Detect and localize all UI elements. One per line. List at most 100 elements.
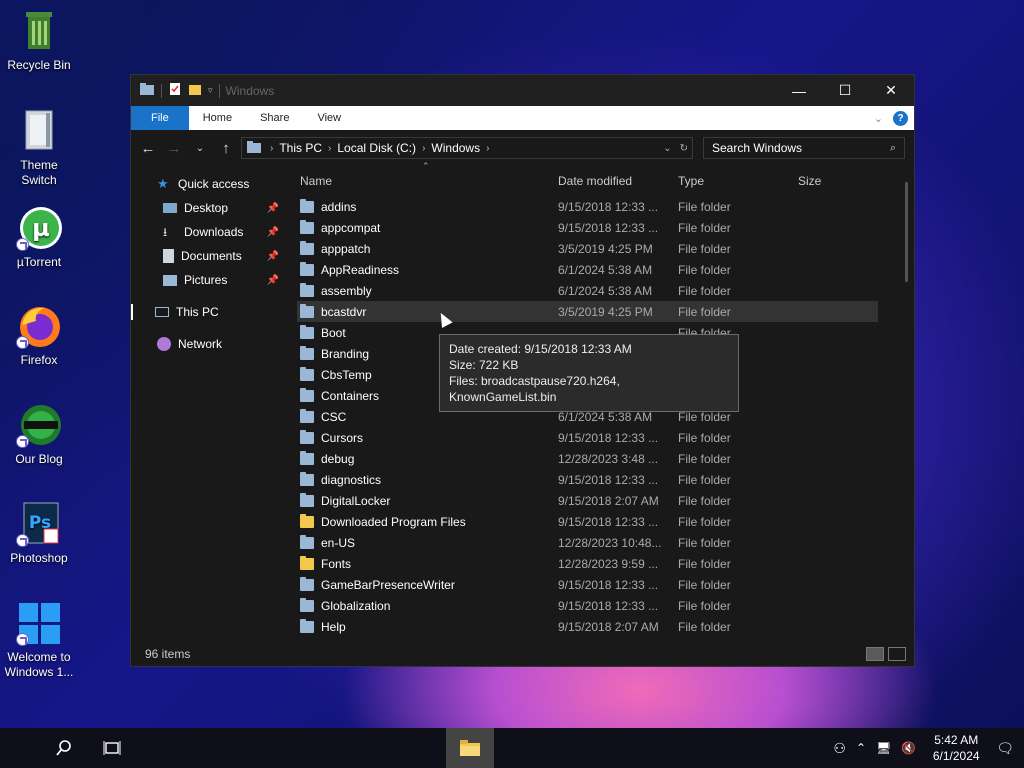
nav-documents[interactable]: Documents 📌 — [131, 244, 293, 268]
desktop-icon-label: Welcome to Windows 1... — [4, 650, 74, 679]
row-name-text: DigitalLocker — [321, 493, 391, 508]
close-button[interactable]: ✕ — [868, 75, 914, 106]
row-name-text: Cursors — [321, 430, 364, 445]
column-size[interactable]: Size — [798, 174, 878, 188]
expand-ribbon-icon[interactable]: ⌄ — [874, 112, 883, 125]
nav-label: Quick access — [178, 177, 250, 191]
photoshop-icon: Ps — [16, 501, 62, 547]
row-name-text: AppReadiness — [321, 262, 400, 277]
nav-pictures[interactable]: Pictures 📌 — [131, 268, 293, 292]
task-view-button[interactable] — [88, 728, 136, 768]
table-row[interactable]: diagnostics 9/15/2018 12:33 ... File folde… — [297, 469, 914, 490]
folder-icon — [300, 576, 314, 591]
help-icon[interactable]: ? — [893, 110, 908, 126]
clock[interactable]: 5:42 AM 6/1/2024 — [926, 732, 986, 764]
breadcrumb-local-disk[interactable]: Local Disk (C:) — [337, 141, 416, 155]
pin-icon: 📌 — [266, 274, 279, 286]
row-type: File folder — [678, 514, 731, 529]
up-button[interactable]: ↑ — [215, 140, 237, 157]
new-folder-icon[interactable] — [188, 82, 202, 99]
nav-downloads[interactable]: ⭳ Downloads 📌 — [131, 220, 293, 244]
desktop-icon-photoshop[interactable]: Ps Photoshop — [4, 501, 74, 566]
nav-this-pc[interactable]: This PC — [131, 300, 293, 324]
row-name-text: apppatch — [321, 241, 371, 256]
breadcrumb-windows[interactable]: Windows — [431, 141, 480, 155]
large-icons-view-button[interactable] — [888, 647, 906, 661]
tab-share[interactable]: Share — [246, 106, 303, 130]
table-row[interactable]: AppReadiness 6/1/2024 5:38 AM File folder — [297, 259, 914, 280]
tab-home[interactable]: Home — [189, 106, 246, 130]
table-row[interactable]: en-US 12/28/2023 10:48... File folder — [297, 532, 914, 553]
maximize-button[interactable]: ☐ — [822, 75, 868, 106]
search-input[interactable] — [712, 141, 890, 155]
table-row[interactable]: Cursors 9/15/2018 12:33 ... File folder — [297, 427, 914, 448]
search-icon[interactable]: ⌕ — [890, 142, 896, 155]
table-row[interactable]: assembly 6/1/2024 5:38 AM File folder — [297, 280, 914, 301]
start-button[interactable] — [0, 728, 40, 768]
search-button[interactable] — [40, 728, 88, 768]
table-row[interactable]: Fonts 12/28/2023 9:59 ... File folder — [297, 553, 914, 574]
table-row[interactable]: Help 9/15/2018 2:07 AM File folder — [297, 616, 914, 637]
row-date: 9/15/2018 12:33 ... — [558, 598, 659, 613]
table-row[interactable]: bcastdvr 3/5/2019 4:25 PM File folder — [297, 301, 878, 322]
forward-button[interactable]: → — [163, 140, 185, 157]
address-dropdown-icon[interactable]: ⌄ — [663, 143, 671, 154]
column-headers: ⌃ Name Date modified Type Size — [297, 161, 914, 190]
desktop-icon-utorrent[interactable]: µ µTorrent — [4, 205, 74, 270]
minimize-button[interactable]: — — [776, 75, 822, 106]
row-name-text: bcastdvr — [321, 304, 367, 319]
shortcut-arrow-icon — [16, 238, 29, 251]
desktop-icon-our-blog[interactable]: Our Blog — [4, 402, 74, 467]
column-date-modified[interactable]: Date modified — [558, 174, 678, 188]
row-name-text: debug — [321, 451, 355, 466]
star-icon: ★ — [157, 176, 169, 191]
table-row[interactable]: Globalization 9/15/2018 12:33 ... File fol… — [297, 595, 914, 616]
search-box[interactable]: ⌕ — [703, 137, 905, 159]
file-rows: addins 9/15/2018 12:33 ... File folder appc… — [297, 196, 914, 637]
table-row[interactable]: DigitalLocker 9/15/2018 2:07 AM File folde… — [297, 490, 914, 511]
desktop-icon-welcome[interactable]: Welcome to Windows 1... — [4, 600, 74, 680]
show-hidden-icons-button[interactable]: ⌃ — [856, 741, 866, 755]
taskbar-file-explorer[interactable] — [446, 728, 494, 768]
table-row[interactable]: GameBarPresenceWriter 9/15/2018 12:33 ...… — [297, 574, 914, 595]
tab-view[interactable]: View — [303, 106, 355, 130]
customize-toolbar-icon[interactable]: ▿ — [208, 85, 213, 96]
details-view-button[interactable] — [866, 647, 884, 661]
breadcrumb-this-pc[interactable]: This PC — [279, 141, 322, 155]
notifications-icon[interactable]: 🗨 — [996, 740, 1014, 757]
row-name-text: Downloaded Program Files — [321, 514, 466, 529]
volume-muted-icon[interactable]: 🔇 — [901, 741, 916, 755]
desktop-icon-theme-switch[interactable]: Theme Switch — [4, 108, 74, 188]
recent-locations-icon[interactable]: ⌄ — [189, 143, 211, 154]
tooltip-date-created: Date created: 9/15/2018 12:33 AM — [449, 342, 632, 356]
nav-quick-access[interactable]: ★ Quick access — [131, 172, 293, 196]
back-button[interactable]: ← — [137, 140, 159, 157]
row-name: DigitalLocker — [297, 492, 558, 508]
desktop-icon-recycle-bin[interactable]: Recycle Bin — [4, 8, 74, 73]
table-row[interactable]: Downloaded Program Files 9/15/2018 12:33 … — [297, 511, 914, 532]
tab-file[interactable]: File — [131, 106, 189, 130]
folder-icon — [300, 534, 314, 549]
desktop-icon-firefox[interactable]: Firefox — [4, 303, 74, 368]
table-row[interactable]: appcompat 9/15/2018 12:33 ... File folder — [297, 217, 914, 238]
table-row[interactable]: debug 12/28/2023 3:48 ... File folder — [297, 448, 914, 469]
table-row[interactable]: apppatch 3/5/2019 4:25 PM File folder — [297, 238, 914, 259]
address-bar[interactable]: › This PC › Local Disk (C:) › Windows › … — [241, 137, 693, 159]
shortcut-arrow-icon — [16, 435, 29, 448]
row-name: en-US — [297, 534, 558, 550]
item-count: 96 items — [145, 647, 191, 661]
refresh-icon[interactable]: ↻ — [680, 143, 688, 154]
network-status-icon[interactable]: 🖥 — [876, 741, 891, 755]
column-name[interactable]: Name — [297, 174, 558, 188]
people-icon[interactable]: ⚇ — [833, 740, 846, 757]
pin-icon: 📌 — [266, 226, 279, 238]
row-date: 12/28/2023 3:48 ... — [558, 451, 659, 466]
nav-network[interactable]: Network — [131, 332, 293, 356]
column-type[interactable]: Type — [678, 174, 798, 188]
properties-icon[interactable] — [168, 82, 182, 99]
table-row[interactable]: addins 9/15/2018 12:33 ... File folder — [297, 196, 914, 217]
scrollbar-thumb[interactable] — [905, 182, 908, 282]
nav-desktop[interactable]: Desktop 📌 — [131, 196, 293, 220]
folder-icon — [300, 240, 314, 255]
task-view-icon — [103, 741, 121, 755]
